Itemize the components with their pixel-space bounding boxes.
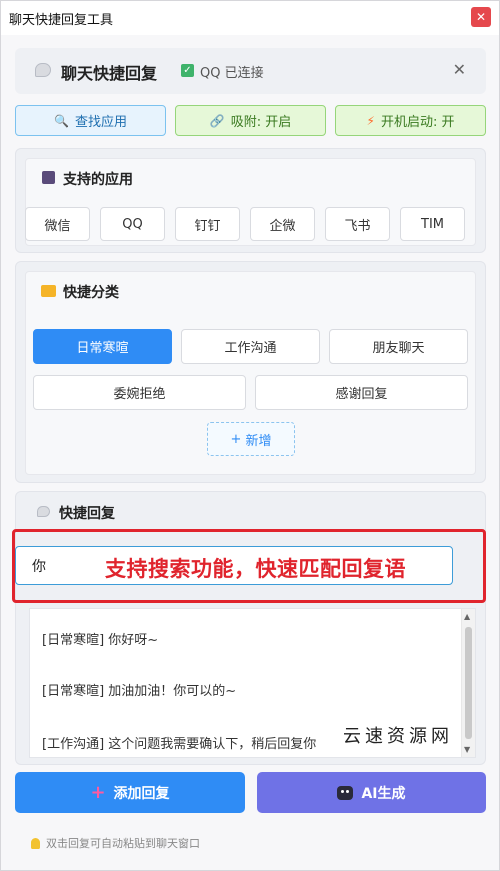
categories-section-title: 快捷分类 xyxy=(63,285,119,301)
snap-toggle-button[interactable]: 🔗 吸附: 开启 xyxy=(175,105,326,136)
close-icon: ✕ xyxy=(475,10,487,24)
add-reply-button[interactable]: + 添加回复 xyxy=(15,772,245,813)
add-category-button[interactable]: + 新增 xyxy=(207,422,295,456)
category-friends[interactable]: 朋友聊天 xyxy=(329,329,468,364)
chat-bubble-icon xyxy=(37,506,50,517)
link-icon: 🔗 xyxy=(209,113,225,128)
search-icon: 🔍 xyxy=(54,113,69,128)
app-chip-wechat[interactable]: 微信 xyxy=(25,207,90,241)
quick-reply-section-title: 快捷回复 xyxy=(59,506,115,522)
chat-bubble-icon xyxy=(35,63,51,77)
scroll-up-icon[interactable]: ▲ xyxy=(464,612,470,621)
snap-label: 吸附: 开启 xyxy=(230,115,292,130)
reply-item[interactable]: [工作沟通] 这个问题我需要确认下，稍后回复你 xyxy=(42,733,316,752)
footer-tip: 双击回复可自动粘贴到聊天窗口 xyxy=(31,835,200,851)
add-category-label: 新增 xyxy=(245,433,272,449)
reply-list-scrollbar[interactable]: ▲ ▼ xyxy=(461,609,475,757)
category-decline[interactable]: 委婉拒绝 xyxy=(33,375,246,410)
app-chip-feishu[interactable]: 飞书 xyxy=(325,207,390,241)
window-close-button[interactable]: ✕ xyxy=(471,7,491,27)
connection-status: QQ 已连接 xyxy=(200,66,264,81)
reply-item[interactable]: [日常寒暄] 你好呀~ xyxy=(42,629,158,648)
add-reply-label: 添加回复 xyxy=(113,785,170,802)
find-app-label: 查找应用 xyxy=(74,115,127,130)
search-field[interactable] xyxy=(15,546,453,585)
category-daily-greeting[interactable]: 日常寒暄 xyxy=(33,329,172,364)
search-input[interactable] xyxy=(16,547,452,584)
app-chip-wecom[interactable]: 企微 xyxy=(250,207,315,241)
plus-icon: + xyxy=(230,431,242,447)
robot-icon xyxy=(337,785,354,800)
category-work[interactable]: 工作沟通 xyxy=(181,329,320,364)
app-chip-dingtalk[interactable]: 钉钉 xyxy=(175,207,240,241)
scroll-down-icon[interactable]: ▼ xyxy=(464,745,470,754)
app-chip-qq[interactable]: QQ xyxy=(100,207,165,241)
reply-item[interactable]: [日常寒暄] 加油加油！你可以的~ xyxy=(42,680,236,699)
app-chip-tim[interactable]: TIM xyxy=(400,207,465,241)
ai-generate-button[interactable]: AI生成 xyxy=(257,772,486,813)
bolt-icon: ⚡ xyxy=(366,113,375,128)
reply-list[interactable]: [日常寒暄] 你好呀~ [日常寒暄] 加油加油！你可以的~ [工作沟通] 这个问… xyxy=(29,608,476,758)
lightbulb-icon xyxy=(31,837,40,849)
footer-tip-text: 双击回复可自动粘贴到聊天窗口 xyxy=(46,837,200,850)
scroll-thumb[interactable] xyxy=(465,627,472,739)
find-app-button[interactable]: 🔍 查找应用 xyxy=(15,105,166,136)
header-title: 聊天快捷回复 xyxy=(61,64,158,83)
book-icon xyxy=(42,171,55,184)
app-header: 聊天快捷回复 ✓ QQ 已连接 ✕ xyxy=(15,48,486,94)
check-icon: ✓ xyxy=(181,64,194,77)
autostart-label: 开机启动: 开 xyxy=(380,115,455,130)
plus-icon: + xyxy=(90,782,106,803)
ai-generate-label: AI生成 xyxy=(361,785,406,802)
header-close-button[interactable]: ✕ xyxy=(453,60,466,79)
window-title: 聊天快捷回复工具 xyxy=(9,12,114,28)
category-thanks[interactable]: 感谢回复 xyxy=(255,375,468,410)
autostart-toggle-button[interactable]: ⚡ 开机启动: 开 xyxy=(335,105,486,136)
title-bar: 聊天快捷回复工具 ✕ xyxy=(1,1,499,35)
apps-section-title: 支持的应用 xyxy=(63,172,133,188)
folder-icon xyxy=(41,285,56,297)
app-window: 聊天快捷回复工具 ✕ 聊天快捷回复 ✓ QQ 已连接 ✕ 🔍 查找应用 🔗 吸附… xyxy=(0,0,500,871)
